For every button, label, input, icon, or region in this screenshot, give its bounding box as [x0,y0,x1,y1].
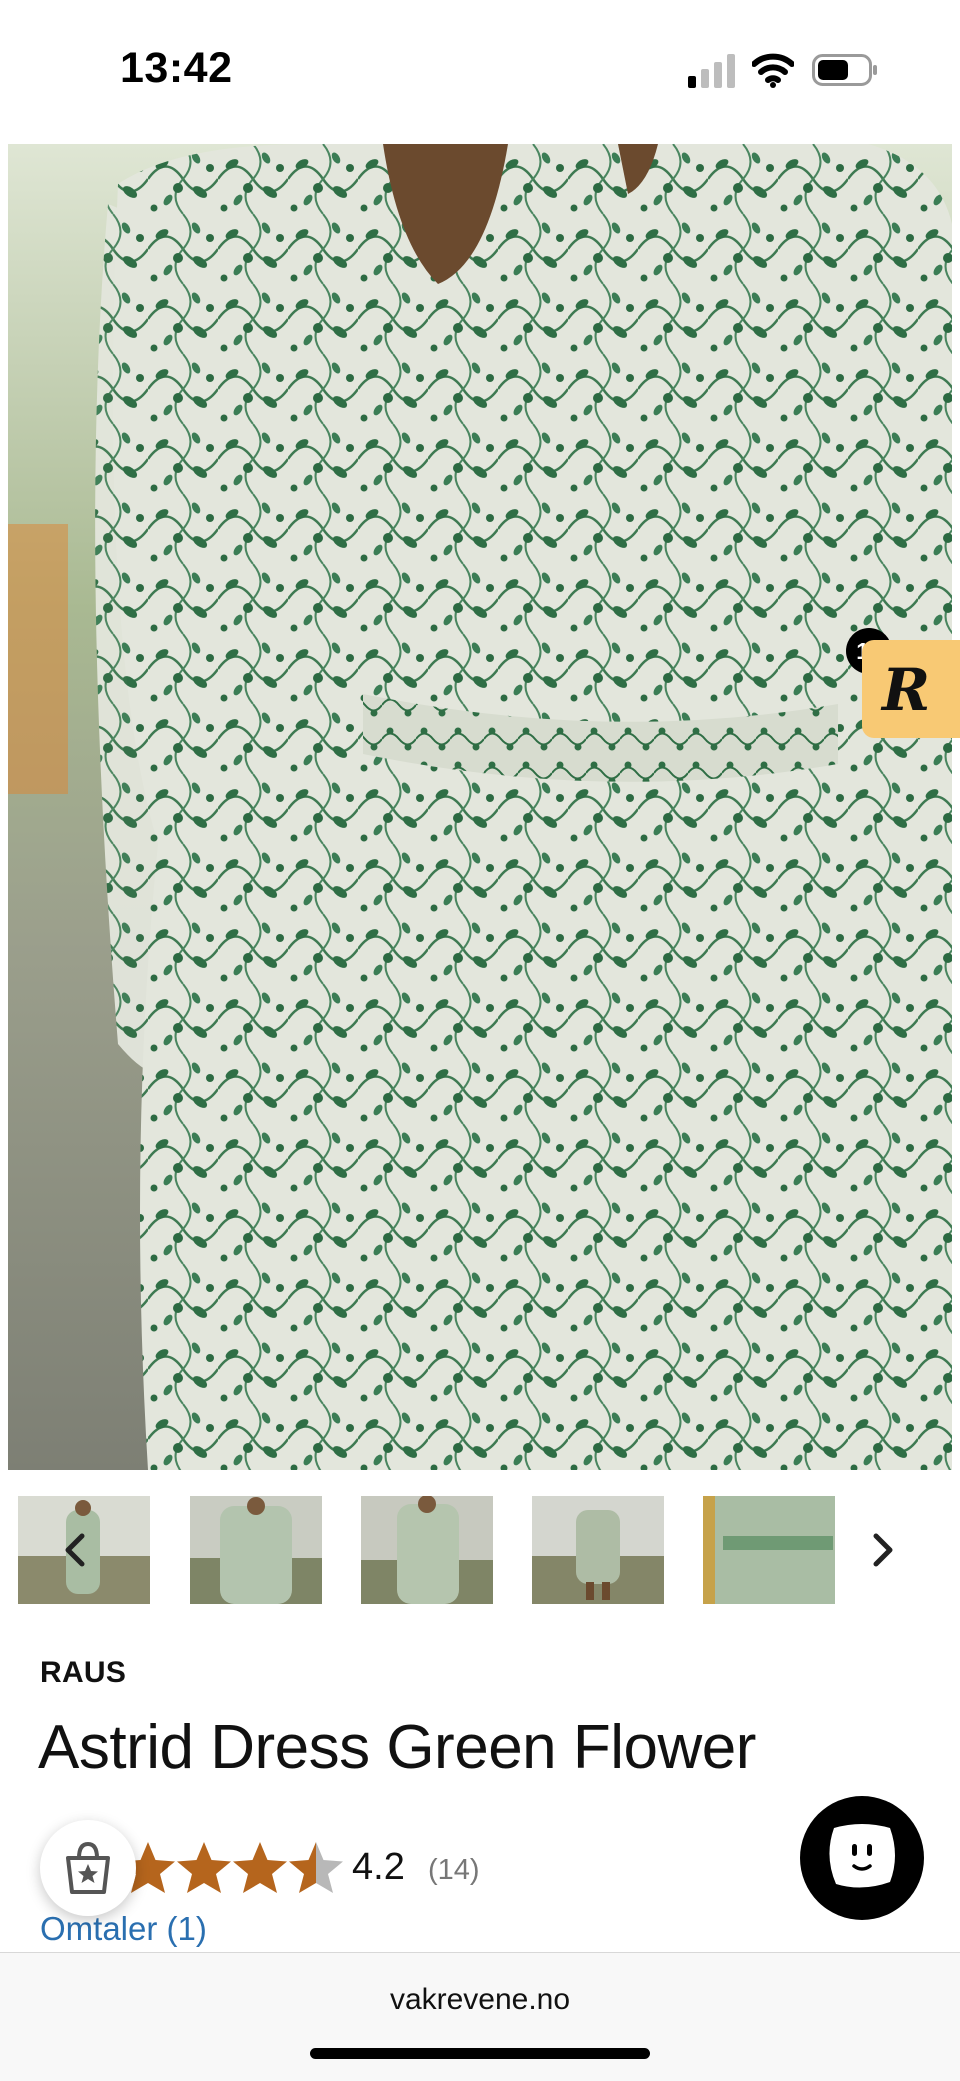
thumbnail-3[interactable] [361,1496,493,1604]
half-star-icon [289,1842,343,1893]
wifi-icon [752,53,794,88]
chevron-left-icon[interactable] [56,1530,96,1570]
chevron-right-icon[interactable] [862,1530,902,1570]
cellular-signal-icon [688,54,735,88]
rewards-logo-icon: R [882,656,931,724]
product-brand[interactable]: RAUS [40,1656,126,1690]
rating-count: (14) [428,1854,480,1886]
battery-icon [812,54,877,86]
url-text[interactable]: vakrevene.no [0,1983,960,2017]
thumbnail-2[interactable] [190,1496,322,1604]
chat-button[interactable] [800,1796,924,1920]
product-title: Astrid Dress Green Flower [38,1713,756,1782]
dress-photo [8,144,952,1470]
wishlist-button[interactable] [40,1820,136,1916]
status-time: 13:42 [120,44,233,92]
status-bar: 13:42 [0,0,960,140]
chat-face-icon [829,1824,895,1888]
browser-address-bar[interactable]: vakrevene.no [0,1952,960,2081]
thumbnail-strip [0,1496,960,1606]
home-indicator[interactable] [310,2048,650,2059]
shopping-bag-star-icon [66,1841,110,1894]
thumbnail-5[interactable] [703,1496,835,1604]
rating-value: 4.2 [352,1846,405,1888]
rating-stars [121,1842,343,1893]
reviews-link[interactable]: Omtaler (1) [40,1910,207,1948]
product-main-image[interactable] [8,144,952,1470]
star-icon [233,1842,287,1893]
rewards-button[interactable]: R [862,640,960,738]
star-icon [177,1842,231,1893]
thumbnail-4[interactable] [532,1496,664,1604]
